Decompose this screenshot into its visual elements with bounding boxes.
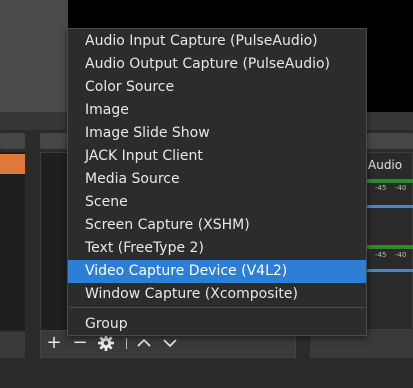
scenes-list[interactable] [0, 152, 25, 330]
menu-item-window-capture[interactable]: Window Capture (Xcomposite) [68, 283, 366, 306]
chevron-down-icon [163, 339, 177, 348]
volume-slider-2[interactable] [367, 269, 413, 272]
add-source-button[interactable]: + [45, 334, 63, 352]
toolbar-separator [126, 338, 127, 349]
mixer-track-label: Audio [368, 158, 403, 172]
window-background [0, 0, 68, 112]
menu-separator [69, 307, 365, 308]
menu-item-media-source[interactable]: Media Source [68, 168, 366, 191]
audio-meter-1 [367, 179, 413, 183]
remove-source-button[interactable]: − [71, 334, 89, 352]
menu-item-image-slide-show[interactable]: Image Slide Show [68, 122, 366, 145]
scenes-dock-header [0, 133, 25, 149]
move-source-down-button[interactable] [161, 334, 179, 352]
menu-item-text-freetype[interactable]: Text (FreeType 2) [68, 237, 366, 260]
volume-slider-1[interactable] [367, 205, 413, 208]
move-source-up-button[interactable] [135, 334, 153, 352]
menu-item-video-capture-device[interactable]: Video Capture Device (V4L2) [68, 260, 366, 283]
menu-item-image[interactable]: Image [68, 99, 366, 122]
meter-tick: -40 [395, 251, 407, 259]
scenes-selected-item[interactable] [0, 154, 25, 174]
plus-icon: + [46, 332, 62, 353]
menu-item-jack-input-client[interactable]: JACK Input Client [68, 145, 366, 168]
chevron-up-icon [137, 338, 151, 347]
meter-tick: -45 [375, 184, 387, 192]
menu-item-scene[interactable]: Scene [68, 191, 366, 214]
menu-item-screen-capture[interactable]: Screen Capture (XSHM) [68, 214, 366, 237]
meter-tick: -40 [395, 184, 407, 192]
menu-item-group[interactable]: Group [68, 313, 366, 336]
add-source-context-menu: Audio Input Capture (PulseAudio) Audio O… [67, 28, 367, 336]
scenes-toolbar [0, 332, 25, 358]
menu-item-color-source[interactable]: Color Source [68, 76, 366, 99]
menu-item-audio-input-capture[interactable]: Audio Input Capture (PulseAudio) [68, 30, 366, 53]
meter-tick: -45 [375, 251, 387, 259]
gear-icon [98, 335, 114, 351]
audio-meter-2 [367, 245, 413, 249]
source-properties-button[interactable] [97, 334, 115, 352]
menu-item-audio-output-capture[interactable]: Audio Output Capture (PulseAudio) [68, 53, 366, 76]
